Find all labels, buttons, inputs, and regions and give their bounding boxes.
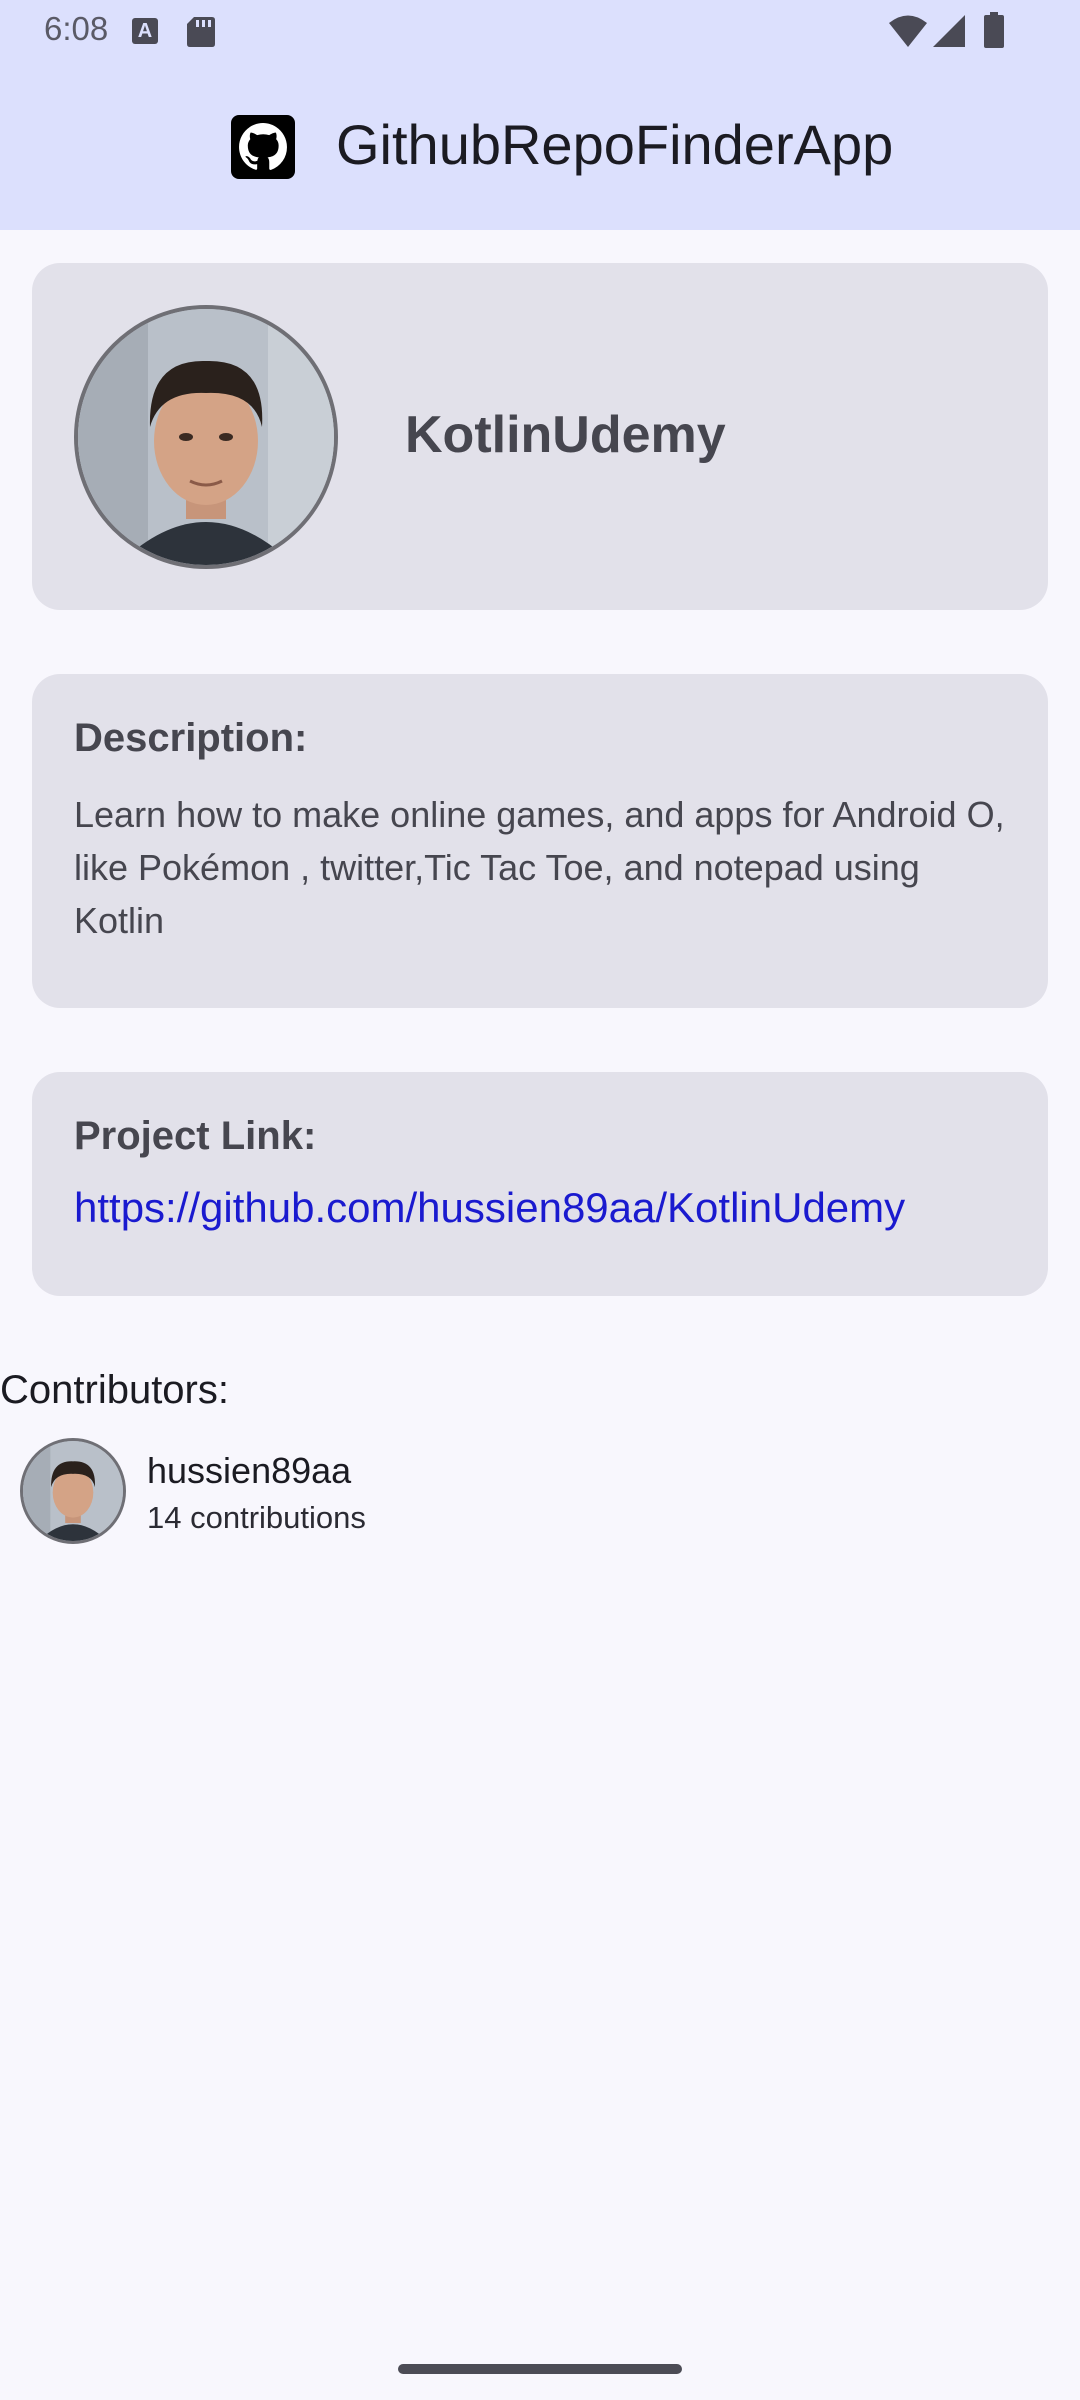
signal-icon bbox=[933, 15, 965, 47]
text-a-icon: A bbox=[132, 18, 158, 44]
description-text: Learn how to make online games, and apps… bbox=[74, 794, 1005, 941]
contributor-contributions: 14 contributions bbox=[147, 1500, 366, 1535]
project-link-label: Project Link: bbox=[74, 1114, 317, 1158]
project-link[interactable]: https://github.com/hussien89aa/KotlinUde… bbox=[74, 1184, 905, 1232]
project-link-card: Project Link: https://github.com/hussien… bbox=[32, 1072, 1048, 1296]
contributor-list-item[interactable]: hussien89aa 14 contributions bbox=[0, 1432, 1080, 1552]
contributors-label: Contributors: bbox=[0, 1368, 229, 1412]
description-card: Description: Learn how to make online ga… bbox=[32, 674, 1048, 1008]
status-time: 6:08 bbox=[44, 10, 109, 47]
owner-avatar bbox=[74, 305, 338, 569]
repo-name: KotlinUdemy bbox=[405, 406, 726, 464]
contributor-avatar bbox=[20, 1438, 126, 1544]
app-title: GithubRepoFinderApp bbox=[336, 113, 894, 176]
home-indicator[interactable] bbox=[398, 2364, 682, 2374]
github-logo-icon bbox=[231, 115, 295, 179]
wifi-icon bbox=[889, 15, 927, 47]
sd-card-icon bbox=[187, 17, 215, 47]
contributor-name: hussien89aa bbox=[147, 1450, 352, 1491]
top-app-bar: 6:08 A GithubRepoFinderApp bbox=[0, 0, 1080, 230]
description-label: Description: bbox=[74, 716, 308, 760]
repo-profile-card: KotlinUdemy bbox=[32, 263, 1048, 610]
battery-icon bbox=[984, 12, 1004, 48]
app-screen: 6:08 A GithubRepoFinderApp KotlinUdemy D… bbox=[0, 0, 1080, 2400]
